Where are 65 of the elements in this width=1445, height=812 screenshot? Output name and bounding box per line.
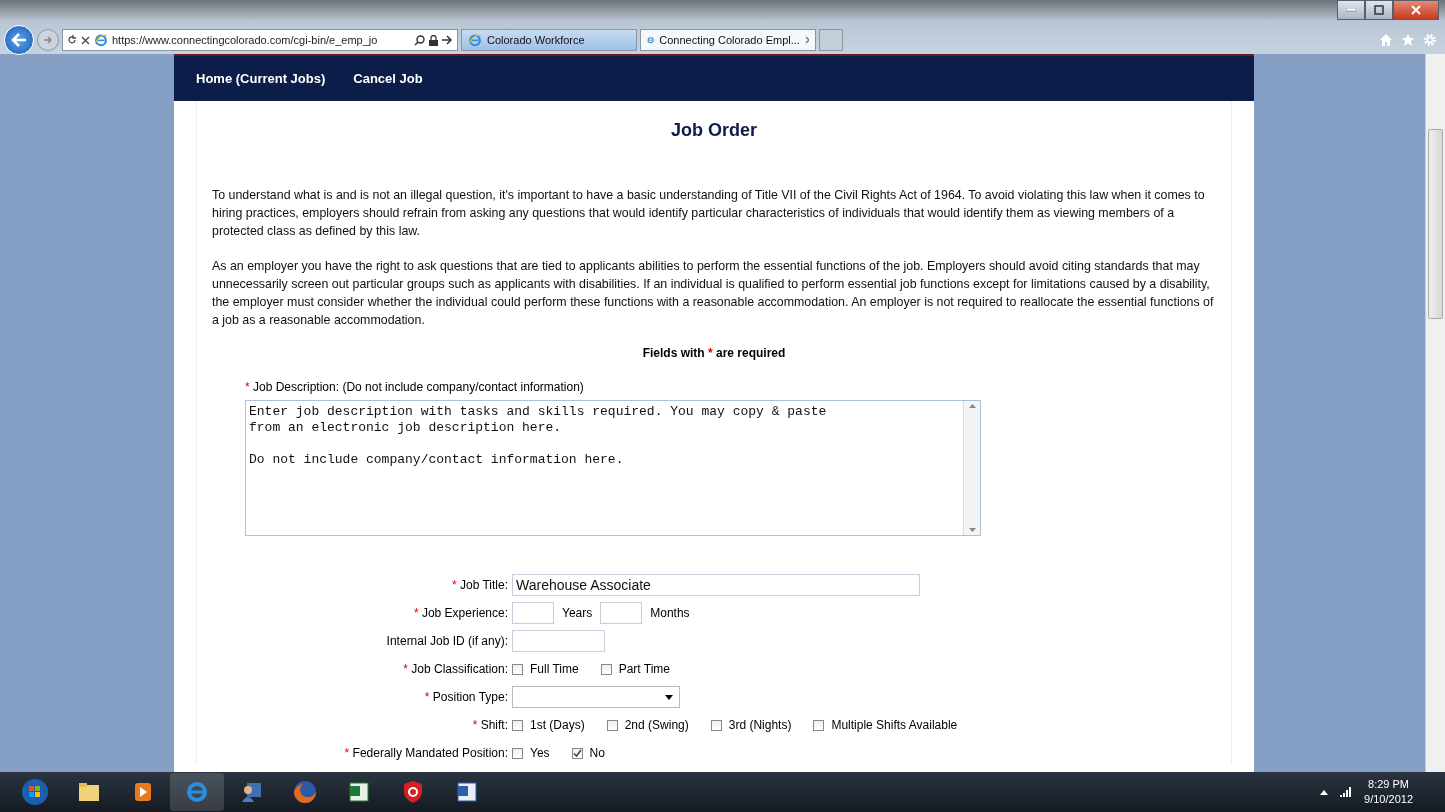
back-arrow-icon — [11, 33, 27, 47]
number-field[interactable] — [600, 602, 643, 624]
nav-link[interactable]: Cancel Job — [353, 71, 423, 86]
signal-bars-icon[interactable] — [1340, 787, 1353, 797]
scroll-down-icon[interactable] — [968, 528, 976, 532]
job-title-field[interactable]: Warehouse Associate — [512, 574, 920, 596]
checkbox[interactable] — [606, 719, 618, 731]
option-label: Part Time — [618, 662, 671, 676]
scrollbar[interactable] — [1425, 54, 1445, 772]
description-textarea[interactable]: Enter job description with tasks and skills required. You may copy & paste from an electronic job description here. Do not include company/contact information here. — [245, 400, 981, 536]
checkbox[interactable] — [600, 663, 612, 675]
info-paragraph: As an employer you have the right to ask questions that are tied to applicants abilities to perform the essential functions of the job. Employers should avoid citing standards that may unnecessarily screen out particular groups such as applicants with disabilities. If an individual is qualified to perform essential job functions except for limitations caused by a disability, the employer must consider whether the individual could perform these functions with a reasonable accommodation. An employer is not required to reallocate the essential functions of a job as a reasonable accommodation. — [212, 258, 1215, 329]
checkbox[interactable] — [813, 719, 825, 731]
field-label: * Federally Mandated Position: — [343, 746, 509, 760]
ie-icon — [468, 33, 482, 47]
checkbox[interactable] — [512, 719, 523, 731]
field-label: Internal Job ID (if any): — [385, 634, 509, 648]
page-title: Job Order — [670, 119, 758, 142]
close-button[interactable] — [1393, 0, 1439, 20]
option-label: No — [589, 746, 605, 760]
field-label: * Job Experience: — [412, 606, 509, 620]
checkbox[interactable] — [512, 663, 523, 675]
input-field[interactable] — [512, 630, 605, 652]
address-bar[interactable]: https://www.connectingcolorado.com/cgi-bin/e_emp_jo — [62, 29, 458, 51]
forward-arrow-icon — [43, 35, 53, 45]
checkbox[interactable] — [571, 747, 583, 759]
clock-time: 8:29 PM — [1367, 777, 1410, 792]
search-icon[interactable] — [414, 34, 425, 46]
url-text: https://www.connectingcolorado.com/cgi-bin/e_emp_jo — [112, 34, 379, 46]
caret-up-icon[interactable] — [1320, 789, 1329, 795]
maximize-button[interactable] — [1365, 0, 1393, 20]
lock-icon[interactable] — [429, 34, 438, 46]
unit-label: Years — [562, 606, 593, 620]
maximize-icon — [1374, 5, 1384, 15]
star-icon[interactable] — [1401, 33, 1415, 47]
field-label: * Job Classification: — [402, 662, 509, 676]
browser-tab[interactable]: Colorado Workforce — [461, 29, 637, 51]
field-label: * Job Title: — [450, 578, 509, 592]
nav-link[interactable]: Home (Current Jobs) — [196, 71, 326, 86]
option-label: Yes — [530, 746, 550, 760]
option-label: Full Time — [530, 662, 579, 676]
ie-icon — [94, 33, 108, 47]
checkbox[interactable] — [710, 719, 722, 731]
number-field[interactable] — [512, 602, 554, 624]
refresh-icon[interactable] — [67, 35, 77, 45]
browser-tab[interactable]: Connecting Colorado Empl... — [640, 29, 816, 51]
scroll-up-icon[interactable] — [968, 404, 976, 408]
minimize-button[interactable] — [1337, 0, 1365, 20]
stop-icon[interactable] — [81, 35, 90, 45]
caret-icon — [665, 694, 673, 700]
info-paragraph: To understand what is and is not an illegal question, it's important to have a basic understanding of Title VII of the Civil Rights Act of 1964. To avoid violating this law when it comes to hiring practices, employers should refrain from asking any questions that would identify particular characteristics of individuals that would identify them as viewing members of a protected class as defined by this law. — [212, 187, 1206, 240]
option-label: 3rd (Nights) — [728, 718, 792, 732]
checkbox[interactable] — [512, 747, 523, 759]
minimize-icon — [1346, 8, 1356, 12]
back-button[interactable] — [4, 25, 34, 55]
unit-label: Months — [650, 606, 690, 620]
option-label: 2nd (Swing) — [624, 718, 689, 732]
field-label: * Position Type: — [423, 690, 509, 704]
field-label: * Shift: — [471, 718, 509, 732]
clock-date: 9/10/2012 — [1364, 792, 1413, 807]
field-label: * Job Description: (Do not include company/contact information) — [245, 380, 585, 394]
option-label: 1st (Days) — [530, 718, 585, 732]
option-label: Multiple Shifts Available — [831, 718, 958, 732]
required-note: Fields with * are required — [641, 346, 787, 360]
arrow-icon[interactable] — [442, 35, 453, 45]
